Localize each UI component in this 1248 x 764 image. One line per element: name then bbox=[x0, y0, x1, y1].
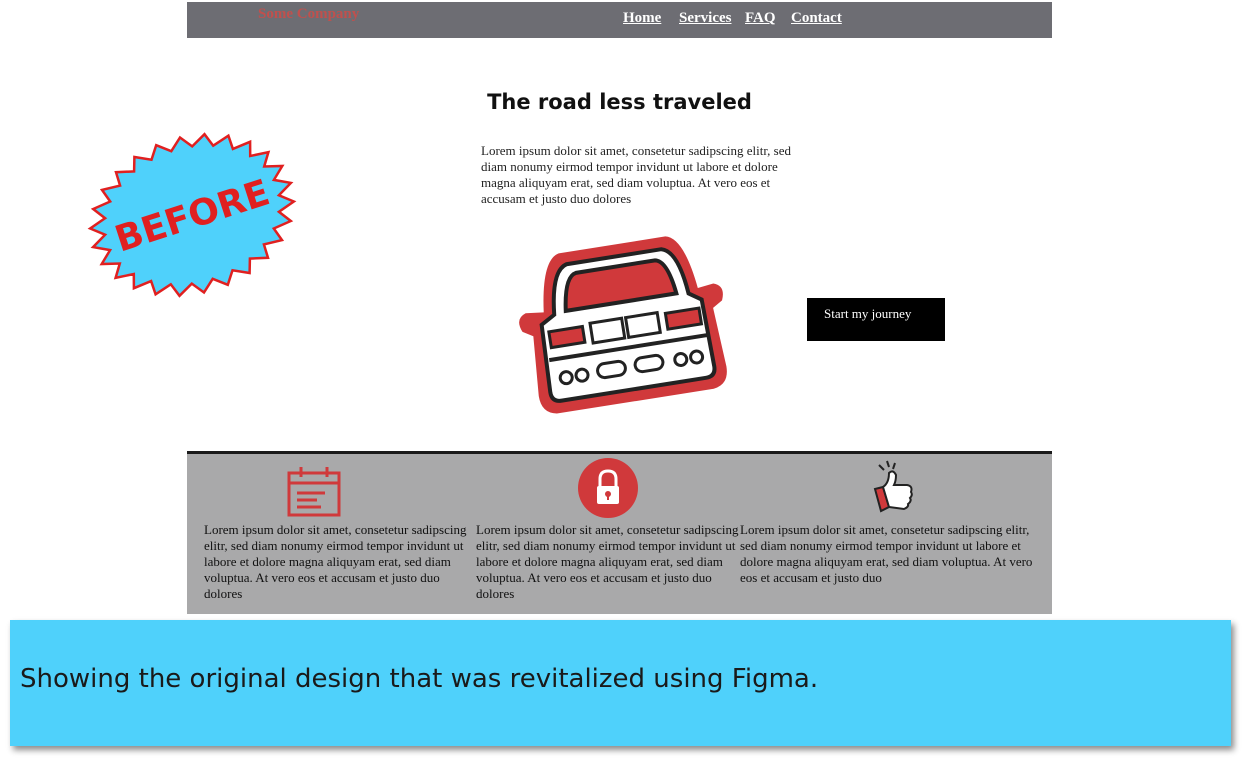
feature-text-1: Lorem ipsum dolor sit amet, consetetur s… bbox=[204, 522, 467, 601]
car-icon bbox=[519, 236, 727, 414]
features-section: Lorem ipsum dolor sit amet, consetetur s… bbox=[187, 451, 1052, 614]
caption-box: Showing the original design that was rev… bbox=[10, 620, 1231, 746]
lock-icon bbox=[578, 458, 638, 518]
hero-paragraph: Lorem ipsum dolor sit amet, consetetur s… bbox=[481, 143, 791, 206]
nav-home-link[interactable]: Home bbox=[623, 10, 661, 27]
nav-faq-link[interactable]: FAQ bbox=[745, 10, 776, 27]
hero-title: The road less traveled bbox=[487, 90, 752, 114]
feature-text-2: Lorem ipsum dolor sit amet, consetetur s… bbox=[476, 522, 739, 601]
start-journey-button[interactable]: Start my journey bbox=[807, 298, 945, 341]
calendar-icon bbox=[287, 467, 341, 517]
caption-text: Showing the original design that was rev… bbox=[20, 664, 819, 694]
before-badge: BEFORE bbox=[87, 132, 297, 298]
nav-services-link[interactable]: Services bbox=[679, 10, 731, 27]
nav-contact-link[interactable]: Contact bbox=[791, 10, 842, 27]
brand-name: Some Company bbox=[258, 6, 360, 22]
thumbs-up-icon bbox=[873, 460, 913, 513]
feature-text-3: Lorem ipsum dolor sit amet, consetetur s… bbox=[740, 522, 1033, 585]
website-mockup: Some Company Home Services FAQ Contact T… bbox=[187, 0, 1052, 614]
top-navigation-bar: Some Company Home Services FAQ Contact bbox=[187, 2, 1052, 38]
